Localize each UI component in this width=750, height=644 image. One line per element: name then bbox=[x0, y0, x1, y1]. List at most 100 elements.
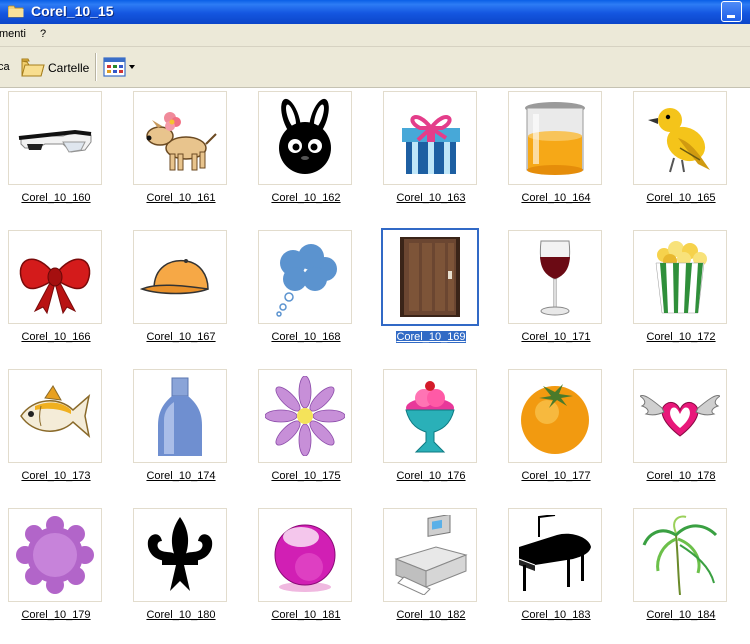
file-name[interactable]: Corel_10_167 bbox=[125, 331, 237, 343]
file-thumbnail[interactable] bbox=[258, 508, 352, 602]
file-name[interactable]: Corel_10_184 bbox=[625, 609, 737, 621]
file-item[interactable]: Corel_10_183 bbox=[500, 505, 625, 644]
file-thumbnail[interactable] bbox=[133, 369, 227, 463]
magenta-sphere-icon bbox=[274, 524, 336, 592]
file-thumbnail[interactable] bbox=[383, 508, 477, 602]
views-button[interactable] bbox=[103, 57, 137, 77]
printer-icon bbox=[394, 515, 468, 595]
window-title: Corel_10_15 bbox=[31, 3, 114, 19]
views-grid-icon bbox=[103, 57, 135, 77]
palm-leaves-icon bbox=[642, 515, 718, 595]
file-thumbnail[interactable] bbox=[508, 91, 602, 185]
file-thumbnail[interactable] bbox=[133, 230, 227, 324]
file-thumbnail[interactable] bbox=[508, 369, 602, 463]
folder-icon bbox=[8, 5, 24, 18]
thought-bubble-icon bbox=[276, 244, 337, 317]
file-item[interactable]: Corel_10_160 bbox=[0, 88, 125, 227]
file-name[interactable]: Corel_10_182 bbox=[375, 609, 487, 621]
file-item[interactable]: Corel_10_173 bbox=[0, 366, 125, 505]
file-name[interactable]: Corel_10_161 bbox=[125, 192, 237, 204]
file-name[interactable]: Corel_10_168 bbox=[250, 331, 362, 343]
file-thumbnail[interactable] bbox=[633, 230, 727, 324]
file-name[interactable]: Corel_10_175 bbox=[250, 470, 362, 482]
file-item[interactable]: Corel_10_175 bbox=[250, 366, 375, 505]
file-name[interactable]: Corel_10_177 bbox=[500, 470, 612, 482]
file-name[interactable]: Corel_10_178 bbox=[625, 470, 737, 482]
file-name[interactable]: Corel_10_176 bbox=[375, 470, 487, 482]
file-thumbnail[interactable] bbox=[383, 91, 477, 185]
menu-item-help[interactable]: ? bbox=[40, 28, 46, 40]
winged-heart-icon bbox=[640, 395, 720, 437]
file-name[interactable]: Corel_10_173 bbox=[0, 470, 112, 482]
file-name[interactable]: Corel_10_165 bbox=[625, 192, 737, 204]
file-thumbnail[interactable] bbox=[508, 508, 602, 602]
file-item[interactable]: Corel_10_167 bbox=[125, 227, 250, 366]
window-titlebar[interactable]: Corel_10_15 bbox=[0, 0, 750, 24]
wooden-door-icon bbox=[400, 237, 460, 317]
file-thumbnail[interactable] bbox=[258, 230, 352, 324]
file-item[interactable]: Corel_10_177 bbox=[500, 366, 625, 505]
file-name[interactable]: Corel_10_166 bbox=[0, 331, 112, 343]
file-name[interactable]: Corel_10_169 bbox=[395, 330, 467, 344]
file-thumbnail[interactable] bbox=[133, 91, 227, 185]
fish-icon bbox=[20, 385, 91, 439]
file-name[interactable]: Corel_10_171 bbox=[500, 331, 612, 343]
minimize-button[interactable] bbox=[721, 1, 742, 22]
file-name[interactable]: Corel_10_172 bbox=[625, 331, 737, 343]
file-item[interactable]: Corel_10_181 bbox=[250, 505, 375, 644]
file-name[interactable]: Corel_10_180 bbox=[125, 609, 237, 621]
file-thumbnail[interactable] bbox=[633, 91, 727, 185]
file-item[interactable]: Corel_10_165 bbox=[625, 88, 750, 227]
file-item[interactable]: Corel_10_161 bbox=[125, 88, 250, 227]
menu-item-strumenti[interactable]: menti bbox=[0, 28, 26, 40]
file-item[interactable]: Corel_10_172 bbox=[625, 227, 750, 366]
file-name[interactable]: Corel_10_164 bbox=[500, 192, 612, 204]
file-thumbnail[interactable] bbox=[133, 508, 227, 602]
file-item[interactable]: Corel_10_164 bbox=[500, 88, 625, 227]
file-name[interactable]: Corel_10_160 bbox=[0, 192, 112, 204]
file-item[interactable]: Corel_10_174 bbox=[125, 366, 250, 505]
file-item[interactable]: Corel_10_166 bbox=[0, 227, 125, 366]
file-item[interactable]: Corel_10_176 bbox=[375, 366, 500, 505]
file-name[interactable]: Corel_10_163 bbox=[375, 192, 487, 204]
file-item[interactable]: Corel_10_180 bbox=[125, 505, 250, 644]
red-bow-icon bbox=[19, 258, 91, 315]
file-grid: Corel_10_160 Corel_10_161 Corel_10_162 Core… bbox=[0, 88, 750, 635]
fleur-de-lis-icon bbox=[147, 517, 213, 591]
file-thumbnail[interactable] bbox=[381, 228, 479, 326]
file-item[interactable]: Corel_10_169 bbox=[375, 227, 500, 366]
purple-flower-icon bbox=[265, 376, 345, 456]
file-name[interactable]: Corel_10_179 bbox=[0, 609, 112, 621]
file-thumbnail[interactable] bbox=[508, 230, 602, 324]
file-item[interactable]: Corel_10_182 bbox=[375, 505, 500, 644]
file-thumbnail[interactable] bbox=[8, 508, 102, 602]
file-name[interactable]: Corel_10_183 bbox=[500, 609, 612, 621]
dog-with-flower-icon bbox=[146, 112, 217, 171]
file-thumbnail[interactable] bbox=[633, 369, 727, 463]
persimmon-icon bbox=[521, 384, 589, 454]
file-thumbnail[interactable] bbox=[8, 91, 102, 185]
file-item[interactable]: Corel_10_162 bbox=[250, 88, 375, 227]
file-name[interactable]: Corel_10_174 bbox=[125, 470, 237, 482]
file-thumbnail[interactable] bbox=[633, 508, 727, 602]
chevron-down-icon bbox=[129, 65, 135, 69]
file-thumbnail[interactable] bbox=[258, 369, 352, 463]
blue-bottle-icon bbox=[158, 377, 202, 456]
file-item[interactable]: Corel_10_163 bbox=[375, 88, 500, 227]
file-item[interactable]: Corel_10_171 bbox=[500, 227, 625, 366]
search-button-label[interactable]: ca bbox=[0, 61, 10, 73]
file-item[interactable]: Corel_10_168 bbox=[250, 227, 375, 366]
menubar: menti ? bbox=[0, 24, 750, 47]
file-name[interactable]: Corel_10_181 bbox=[250, 609, 362, 621]
file-item[interactable]: Corel_10_179 bbox=[0, 505, 125, 644]
folders-label: Cartelle bbox=[48, 61, 90, 75]
yellow-bird-icon bbox=[648, 108, 710, 173]
file-thumbnail[interactable] bbox=[8, 230, 102, 324]
gift-box-icon bbox=[402, 115, 460, 174]
file-thumbnail[interactable] bbox=[258, 91, 352, 185]
file-thumbnail[interactable] bbox=[383, 369, 477, 463]
file-item[interactable]: Corel_10_184 bbox=[625, 505, 750, 644]
file-thumbnail[interactable] bbox=[8, 369, 102, 463]
file-name[interactable]: Corel_10_162 bbox=[250, 192, 362, 204]
file-item[interactable]: Corel_10_178 bbox=[625, 366, 750, 505]
